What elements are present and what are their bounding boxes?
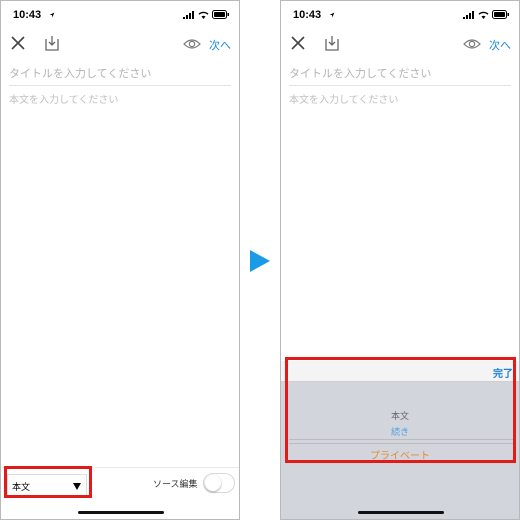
source-edit-label: ソース編集 [153, 480, 198, 490]
toggle-knob [205, 475, 221, 491]
title-input[interactable] [9, 63, 231, 86]
battery-icon [212, 10, 229, 19]
highlight-box [4, 466, 92, 498]
left-screen: 10:43 次へ 本文 ソース編集 [0, 0, 240, 520]
wifi-icon [478, 11, 489, 19]
source-edit-toggle[interactable] [203, 473, 235, 493]
status-icons [183, 10, 230, 19]
next-button[interactable]: 次へ [209, 37, 231, 53]
status-icons [463, 10, 510, 19]
signal-icon [183, 10, 194, 19]
save-icon[interactable] [323, 34, 341, 52]
next-button[interactable]: 次へ [489, 37, 511, 53]
editor-toolbar: 次へ [281, 31, 519, 57]
location-arrow-icon [329, 12, 335, 18]
eye-icon[interactable] [183, 35, 201, 53]
home-indicator [358, 511, 444, 514]
status-bar: 10:43 [281, 1, 519, 31]
title-input[interactable] [289, 63, 511, 86]
home-indicator [78, 511, 164, 514]
close-icon[interactable] [9, 34, 27, 52]
eye-icon[interactable] [463, 35, 481, 53]
editor-toolbar: 次へ [1, 31, 239, 57]
wifi-icon [198, 11, 209, 19]
battery-icon [492, 10, 509, 19]
signal-icon [463, 10, 474, 19]
close-icon[interactable] [289, 34, 307, 52]
status-time: 10:43 [293, 9, 322, 21]
save-icon[interactable] [43, 34, 61, 52]
body-input[interactable] [289, 91, 511, 191]
body-input[interactable] [9, 91, 231, 191]
highlight-box [285, 357, 516, 463]
status-bar: 10:43 [1, 1, 239, 31]
status-time: 10:43 [13, 9, 42, 21]
arrow-right-icon [250, 250, 270, 272]
location-arrow-icon [49, 12, 55, 18]
